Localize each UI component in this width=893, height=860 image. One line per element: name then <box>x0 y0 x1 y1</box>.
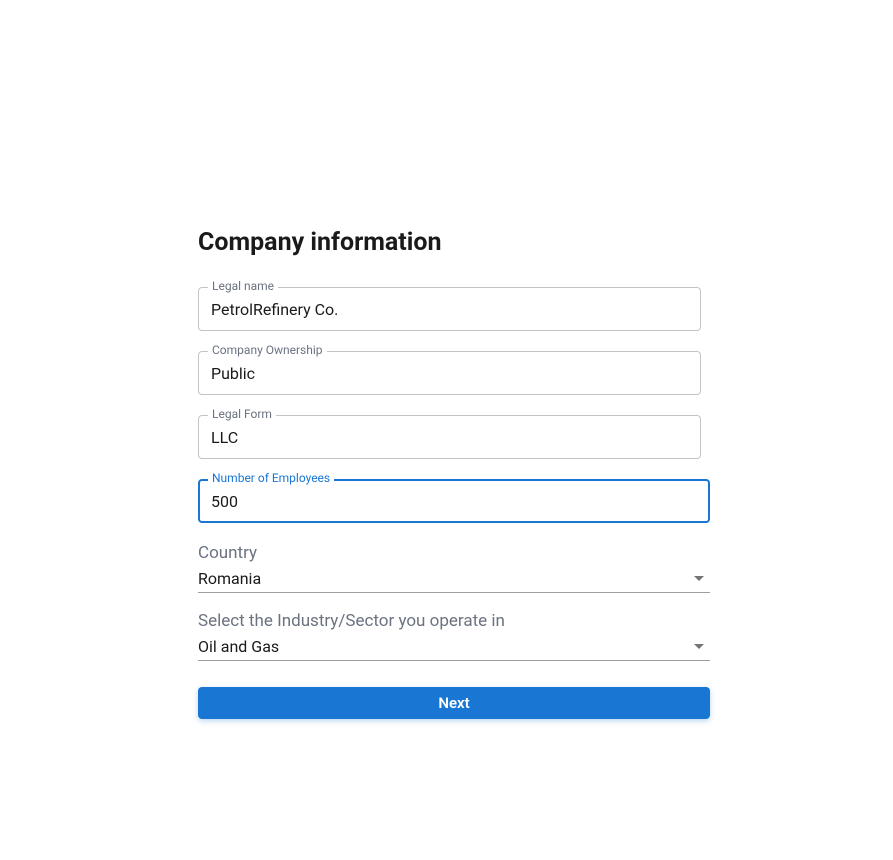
company-ownership-field: Company Ownership <box>198 351 701 395</box>
company-ownership-input[interactable] <box>198 351 701 395</box>
legal-name-input[interactable] <box>198 287 701 331</box>
legal-form-input[interactable] <box>198 415 701 459</box>
form-title: Company information <box>198 228 710 257</box>
country-select[interactable]: Romania <box>198 569 710 593</box>
industry-select[interactable]: Oil and Gas <box>198 637 710 661</box>
country-label: Country <box>198 543 710 563</box>
legal-name-label: Legal name <box>208 279 278 293</box>
number-of-employees-input[interactable] <box>198 479 710 523</box>
chevron-down-icon <box>694 644 704 649</box>
industry-value: Oil and Gas <box>198 637 279 656</box>
number-of-employees-label: Number of Employees <box>208 471 334 485</box>
next-button[interactable]: Next <box>198 687 710 719</box>
industry-field: Select the Industry/Sector you operate i… <box>198 611 710 661</box>
chevron-down-icon <box>694 576 704 581</box>
country-value: Romania <box>198 569 261 588</box>
country-field: Country Romania <box>198 543 710 593</box>
number-of-employees-field: Number of Employees <box>198 479 710 523</box>
industry-label: Select the Industry/Sector you operate i… <box>198 611 710 631</box>
company-information-form: Company information Legal name Company O… <box>198 228 710 719</box>
legal-name-field: Legal name <box>198 287 701 331</box>
legal-form-field: Legal Form <box>198 415 701 459</box>
legal-form-label: Legal Form <box>208 407 276 421</box>
company-ownership-label: Company Ownership <box>208 343 327 357</box>
